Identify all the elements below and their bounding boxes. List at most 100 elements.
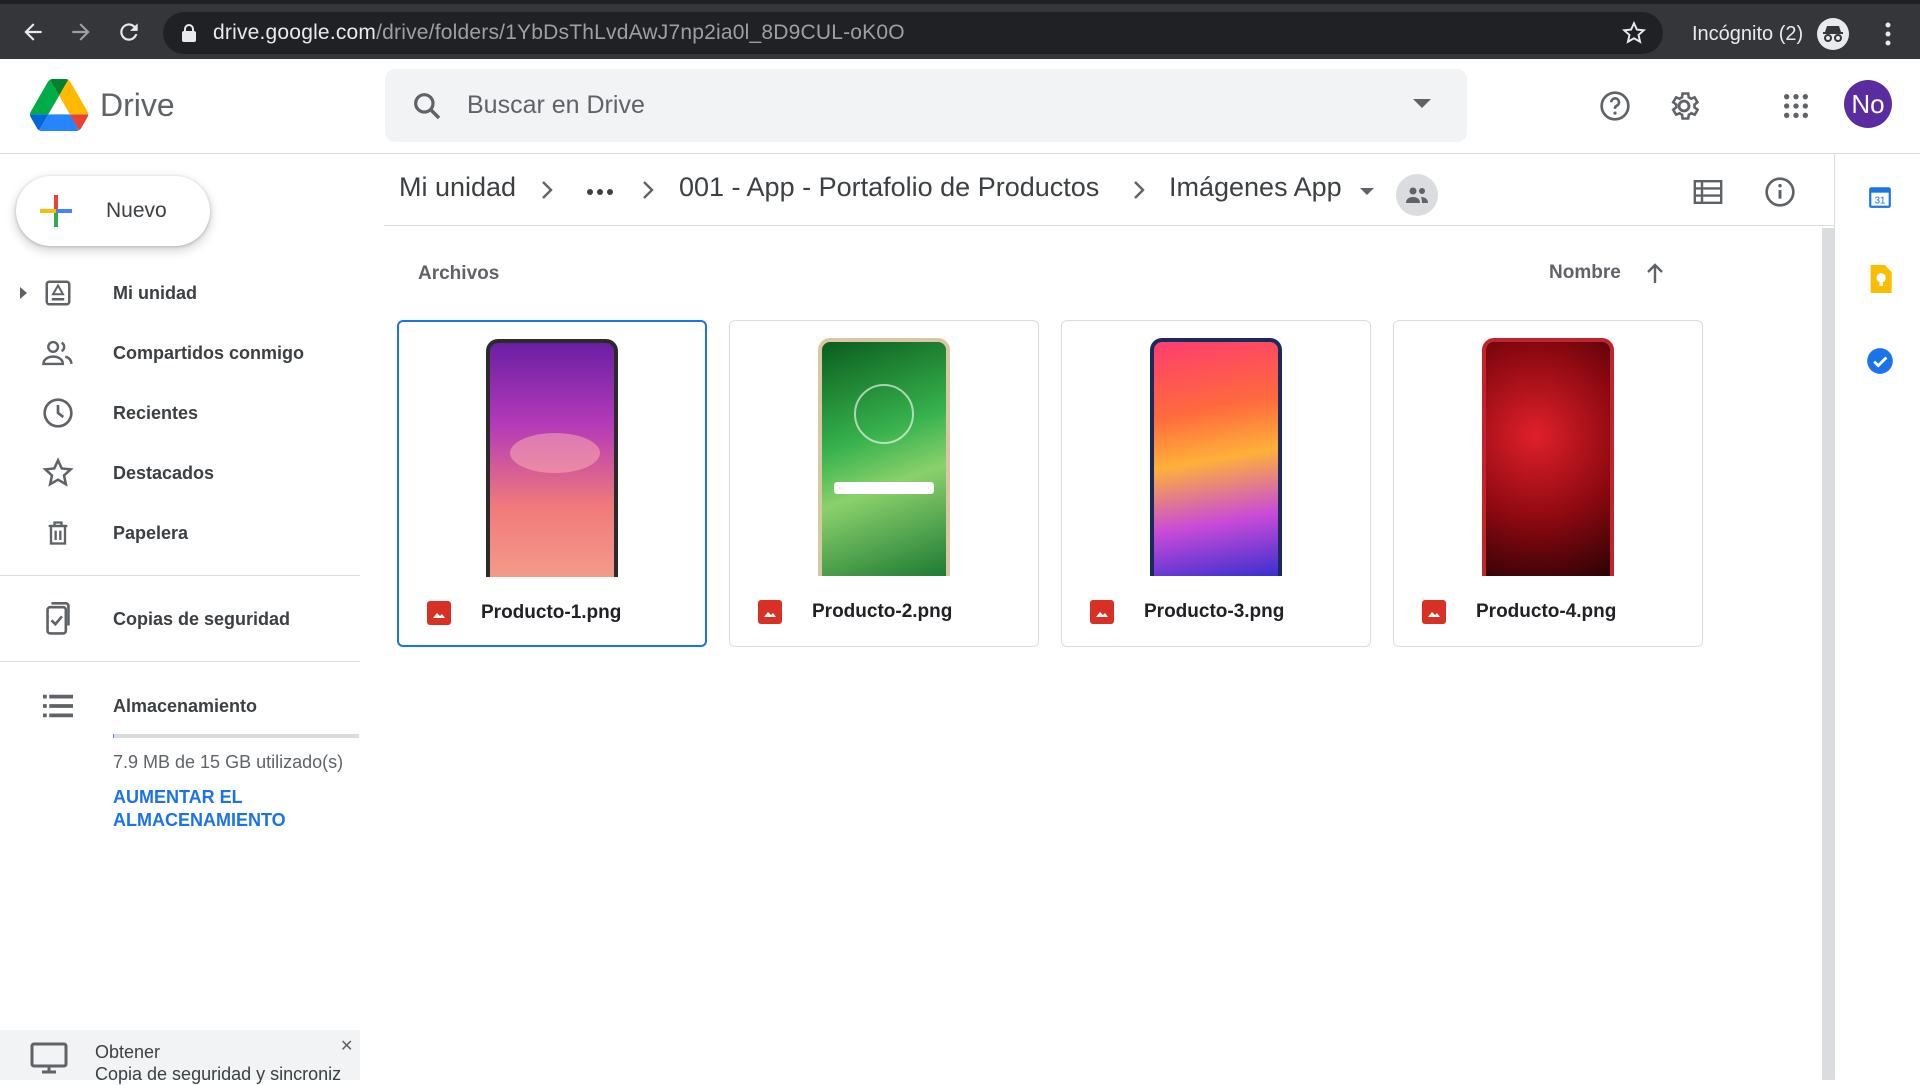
breadcrumb-parent-folder[interactable]: 001 - App - Portafolio de Productos <box>679 172 1099 203</box>
apps-grid-icon[interactable] <box>1776 86 1816 126</box>
sidebar-item-label: Almacenamiento <box>113 695 258 716</box>
account-avatar[interactable]: No <box>1844 80 1892 128</box>
sidebar-item-label: Recientes <box>113 402 199 423</box>
backup-icon <box>40 601 76 637</box>
sort-by-name[interactable]: Nombre <box>1549 262 1665 284</box>
side-panel: 31 <box>1834 154 1920 1080</box>
new-button-label: Nuevo <box>106 199 167 222</box>
incognito-icon <box>1817 18 1850 50</box>
storage-quota-bar <box>113 734 359 738</box>
lock-icon <box>182 24 196 42</box>
file-name: Producto-3.png <box>1144 601 1285 622</box>
calendar-icon[interactable]: 31 <box>1865 182 1895 212</box>
clock-icon <box>40 395 76 431</box>
bookmark-star-icon[interactable] <box>1621 20 1647 46</box>
main-scrollbar[interactable] <box>1822 228 1834 1080</box>
breadcrumb-current-folder[interactable]: Imágenes App <box>1169 172 1342 203</box>
file-card[interactable]: Producto-1.png <box>397 320 707 647</box>
phone-image <box>486 339 618 577</box>
search-input[interactable] <box>467 91 1367 120</box>
sidebar-item-label: Copias de seguridad <box>113 608 291 629</box>
sidebar-item-starred[interactable]: Destacados <box>0 448 360 498</box>
computer-icon <box>30 1042 68 1074</box>
search-box[interactable] <box>385 69 1467 142</box>
incognito-indicator[interactable]: Incógnito (2) <box>1692 18 1850 50</box>
file-card-footer: Producto-2.png <box>730 576 1038 646</box>
file-thumbnail <box>399 322 705 577</box>
forward-button[interactable] <box>66 17 96 47</box>
tasks-icon[interactable] <box>1865 346 1895 376</box>
arrow-up-icon[interactable] <box>1645 262 1665 284</box>
back-button[interactable] <box>18 17 48 47</box>
image-file-icon <box>427 601 451 625</box>
sidebar-item-label: Papelera <box>113 522 189 543</box>
phone-image <box>818 338 950 576</box>
files-section-label: Archivos <box>418 263 500 284</box>
url-text: drive.google.com/drive/folders/1YbDsThLv… <box>213 21 905 44</box>
breadcrumb: Mi unidad 001 - App - Portafolio de Prod… <box>384 154 1834 226</box>
forward-arrow-icon <box>72 23 90 41</box>
file-card[interactable]: Producto-2.png <box>729 320 1039 647</box>
sidebar-item-recent[interactable]: Recientes <box>0 388 360 438</box>
image-file-icon <box>1090 600 1114 624</box>
keep-icon[interactable] <box>1865 264 1895 294</box>
search-options-dropdown-icon[interactable] <box>1413 99 1431 108</box>
new-button[interactable]: Nuevo <box>16 176 210 246</box>
file-name: Producto-2.png <box>812 601 953 622</box>
more-horizontal-icon[interactable] <box>586 188 614 196</box>
sidebar-item-shared-with-me[interactable]: Compartidos conmigo <box>0 328 360 378</box>
sidebar-divider <box>0 575 360 576</box>
reload-icon <box>120 23 138 41</box>
search-icon[interactable] <box>411 90 443 122</box>
back-arrow-icon <box>24 23 42 41</box>
chevron-right-icon <box>643 181 654 199</box>
sort-label: Nombre <box>1549 262 1621 283</box>
sidebar-item-backups[interactable]: Copias de seguridad <box>0 594 360 644</box>
reload-button[interactable] <box>114 17 144 47</box>
chevron-right-icon <box>1134 181 1145 199</box>
file-thumbnail <box>730 321 1038 576</box>
file-card-footer: Producto-3.png <box>1062 576 1370 646</box>
storage-used-text: 7.9 MB de 15 GB utilizado(s) <box>113 752 344 772</box>
phone-image <box>1482 338 1614 576</box>
trash-icon <box>40 515 76 551</box>
breadcrumb-my-drive[interactable]: Mi unidad <box>399 172 516 203</box>
sidebar-item-my-drive[interactable]: Mi unidad <box>0 268 360 318</box>
file-card[interactable]: Producto-4.png <box>1393 320 1703 647</box>
expand-arrow-icon[interactable] <box>20 287 27 299</box>
storage-quota-fill <box>113 734 115 738</box>
list-view-icon[interactable] <box>1690 174 1726 210</box>
file-name: Producto-4.png <box>1476 601 1617 622</box>
address-bar[interactable]: drive.google.com/drive/folders/1YbDsThLv… <box>163 12 1663 54</box>
settings-gear-icon[interactable] <box>1664 86 1704 126</box>
incognito-label: Incógnito (2) <box>1692 22 1804 45</box>
sidebar-divider <box>0 661 360 662</box>
info-icon[interactable] <box>1762 174 1798 210</box>
help-icon[interactable] <box>1595 86 1635 126</box>
my-drive-icon <box>40 275 76 311</box>
drive-logo-text: Drive <box>100 86 175 123</box>
file-card-footer: Producto-1.png <box>399 577 705 645</box>
browser-menu-icon[interactable] <box>1878 19 1898 49</box>
image-file-icon <box>758 600 782 624</box>
file-name: Producto-1.png <box>481 602 622 623</box>
storage-icon <box>40 688 76 724</box>
sidebar-item-label: Mi unidad <box>113 282 197 303</box>
sidebar-item-storage[interactable]: Almacenamiento <box>0 681 360 731</box>
file-card[interactable]: Producto-3.png <box>1061 320 1371 647</box>
close-icon[interactable]: ✕ <box>340 1036 353 1056</box>
browser-toolbar: drive.google.com/drive/folders/1YbDsThLv… <box>0 0 1920 59</box>
shared-folder-icon[interactable] <box>1396 174 1438 216</box>
sidebar-item-trash[interactable]: Papelera <box>0 508 360 558</box>
file-thumbnail <box>1062 321 1370 576</box>
drive-logo[interactable]: Drive <box>30 79 175 131</box>
image-file-icon <box>1422 600 1446 624</box>
promo-title: Obtener <box>95 1042 161 1062</box>
sidebar: Nuevo Mi unidad Compartidos conmigo Reci… <box>0 154 360 1084</box>
upgrade-storage-link[interactable]: AUMENTAR EL ALMACENAMIENTO <box>113 786 359 832</box>
svg-text:31: 31 <box>1875 196 1886 207</box>
backup-sync-promo[interactable]: Obtener Copia de seguridad y sincroniz ✕ <box>0 1030 360 1084</box>
folder-menu-dropdown-icon[interactable] <box>1360 188 1374 195</box>
drive-header: Drive No <box>0 59 1920 154</box>
star-icon <box>40 455 76 491</box>
